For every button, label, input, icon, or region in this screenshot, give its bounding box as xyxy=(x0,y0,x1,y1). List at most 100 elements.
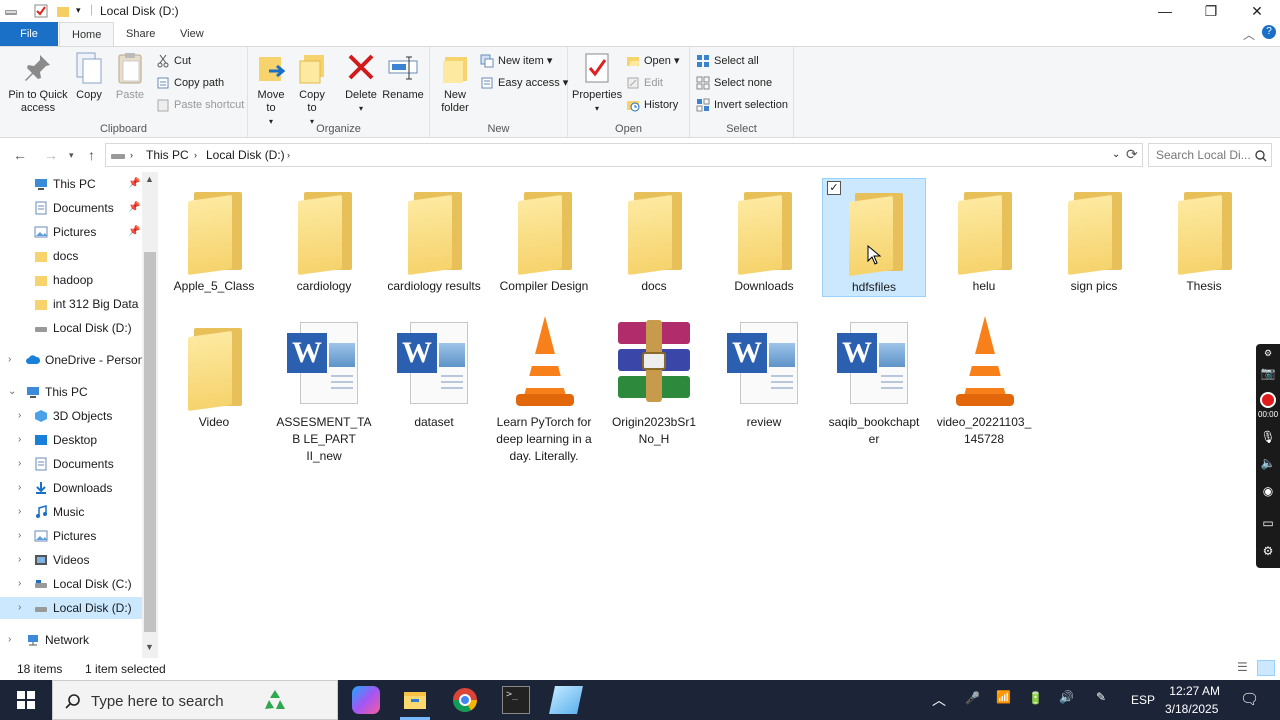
language-indicator[interactable]: ESP xyxy=(1131,693,1155,707)
file-item[interactable]: Video xyxy=(162,314,266,431)
nav-item-videos[interactable]: Videos xyxy=(34,549,138,571)
pen-icon[interactable]: ✎ xyxy=(1096,690,1106,704)
edit-button[interactable]: Edit xyxy=(626,73,663,93)
scroll-down-icon[interactable]: ▼ xyxy=(145,642,154,652)
file-item[interactable]: Wreview xyxy=(712,314,816,431)
nav-item-documents-quick[interactable]: Documents xyxy=(34,197,138,219)
record-icon[interactable] xyxy=(1260,392,1276,408)
history-button[interactable]: History xyxy=(626,95,678,115)
item-checkbox[interactable]: ✓ xyxy=(827,181,841,195)
tab-view[interactable]: View xyxy=(168,22,216,46)
expand-chevron-icon[interactable]: › xyxy=(8,349,11,371)
file-item[interactable]: cardiology xyxy=(272,178,376,295)
scroll-up-icon[interactable]: ▲ xyxy=(145,174,154,184)
rename-button[interactable]: Rename xyxy=(382,51,424,102)
paste-shortcut-button[interactable]: Paste shortcut xyxy=(156,95,244,115)
nav-item-3d-objects[interactable]: 3D Objects xyxy=(34,405,138,427)
file-item[interactable]: Thesis xyxy=(1152,178,1256,295)
file-item[interactable]: helu xyxy=(932,178,1036,295)
camera-icon[interactable]: 📷 xyxy=(1260,366,1276,382)
select-all-button[interactable]: Select all xyxy=(696,51,759,71)
properties-qa-icon[interactable] xyxy=(34,4,48,18)
file-item[interactable]: Compiler Design xyxy=(492,178,596,295)
copy-to-button[interactable]: Copy to ▾ xyxy=(294,51,330,128)
open-button[interactable]: Open ▾ xyxy=(626,51,680,71)
file-item[interactable]: Wsaqib_bookchapt er xyxy=(822,314,926,448)
new-item-button[interactable]: New item ▾ xyxy=(480,51,552,71)
expand-chevron-icon[interactable]: › xyxy=(8,629,11,651)
cut-button[interactable]: Cut xyxy=(156,51,191,71)
expand-chevron-icon[interactable]: › xyxy=(18,477,21,499)
help-icon[interactable]: ? xyxy=(1262,25,1276,39)
copy-button[interactable]: Copy xyxy=(72,51,106,102)
copilot-icon[interactable] xyxy=(352,686,380,714)
nav-item-downloads[interactable]: Downloads xyxy=(34,477,138,499)
speaker-icon[interactable]: 🔈 xyxy=(1260,456,1276,472)
notifications-icon[interactable]: 🗨 xyxy=(1240,690,1259,708)
address-bar[interactable]: › This PC › Local Disk (D:) › ⌄ xyxy=(105,143,1143,167)
new-folder-button[interactable]: New folder xyxy=(436,51,474,115)
tab-file[interactable]: File xyxy=(0,22,58,46)
nav-scrollbar-thumb[interactable] xyxy=(144,252,156,632)
expand-chevron-icon[interactable]: › xyxy=(18,525,21,547)
nav-item-int-312[interactable]: int 312 Big Data xyxy=(34,293,142,315)
restore-button[interactable]: ❐ xyxy=(1188,0,1234,22)
expand-chevron-icon[interactable]: › xyxy=(18,429,21,451)
webcam-icon[interactable]: ◉ xyxy=(1260,484,1276,500)
nav-item-pictures[interactable]: Pictures xyxy=(34,525,138,547)
nav-item-this-pc-quick[interactable]: This PC xyxy=(34,173,138,195)
details-view-icon[interactable]: ☰ xyxy=(1237,660,1253,676)
file-item[interactable]: cardiology results xyxy=(382,178,486,295)
expand-chevron-icon[interactable]: › xyxy=(18,501,21,523)
file-item[interactable]: Downloads xyxy=(712,178,816,295)
collapse-chevron-icon[interactable]: ⌄ xyxy=(8,381,16,403)
nav-item-local-disk-d[interactable]: › Local Disk (D:) xyxy=(0,597,142,619)
forward-arrow-icon[interactable]: → xyxy=(44,147,58,163)
expand-chevron-icon[interactable]: › xyxy=(18,405,21,427)
file-item[interactable]: sign pics xyxy=(1042,178,1146,295)
file-item[interactable]: Learn PyTorch for deep learning in a day… xyxy=(492,314,596,465)
new-folder-qa-icon[interactable] xyxy=(56,4,70,18)
clock-date[interactable]: 3/18/2025 xyxy=(1165,702,1218,716)
tab-home[interactable]: Home xyxy=(59,22,115,46)
screen-icon[interactable]: ▭ xyxy=(1260,516,1276,532)
minimize-button[interactable]: — xyxy=(1142,0,1188,22)
nav-item-desktop[interactable]: Desktop xyxy=(34,429,138,451)
nav-item-this-pc[interactable]: This PC xyxy=(26,381,142,403)
file-item[interactable]: Origin2023bSr1 No_H xyxy=(602,314,706,448)
pin-quick-access-button[interactable]: Pin to Quick access xyxy=(6,51,70,115)
file-item[interactable]: ✓ hdfsfiles xyxy=(822,178,926,297)
select-none-button[interactable]: Select none xyxy=(696,73,772,93)
tab-share[interactable]: Share xyxy=(114,22,167,46)
large-icons-view-icon[interactable] xyxy=(1257,660,1275,676)
nav-item-onedrive[interactable]: OneDrive - Person xyxy=(26,349,142,371)
clock-time[interactable]: 12:27 AM xyxy=(1168,684,1220,698)
chrome-icon[interactable] xyxy=(451,686,479,714)
nav-item-pictures-quick[interactable]: Pictures xyxy=(34,221,138,243)
paste-button[interactable]: Paste xyxy=(112,51,148,102)
expand-chevron-icon[interactable]: › xyxy=(18,453,21,475)
copy-path-button[interactable]: Copy path xyxy=(156,73,224,93)
move-to-button[interactable]: Move to ▾ xyxy=(254,51,288,128)
nav-item-local-disk-d-quick[interactable]: Local Disk (D:) xyxy=(34,317,138,339)
wifi-icon[interactable]: 📶 xyxy=(996,690,1011,704)
windows-start-icon[interactable] xyxy=(17,691,35,709)
breadcrumb-local-disk-d[interactable]: Local Disk (D:) xyxy=(206,148,285,162)
nav-item-documents[interactable]: Documents xyxy=(34,453,138,475)
terminal-icon[interactable]: >_ xyxy=(502,686,530,714)
breadcrumb-this-pc[interactable]: This PC xyxy=(146,148,189,162)
nav-item-docs[interactable]: docs xyxy=(34,245,138,267)
collapse-ribbon-icon[interactable]: ︿ xyxy=(1243,26,1255,43)
show-hidden-icons-icon[interactable]: ︿ xyxy=(932,690,946,710)
search-input[interactable]: Search Local Di... xyxy=(1148,143,1272,167)
address-dropdown-icon[interactable]: ⌄ xyxy=(1112,149,1120,160)
file-item[interactable]: Wdataset xyxy=(382,314,486,431)
delete-button[interactable]: Delete ▾ xyxy=(342,51,380,115)
customize-qa-icon[interactable]: ▾ xyxy=(76,5,81,16)
microphone-icon[interactable]: 🎤 xyxy=(965,691,980,705)
close-button[interactable]: ✕ xyxy=(1234,0,1280,22)
refresh-icon[interactable]: ⟳ xyxy=(1126,146,1138,163)
back-arrow-icon[interactable]: ← xyxy=(13,147,27,163)
properties-button[interactable]: Properties ▾ xyxy=(572,51,622,115)
nav-item-network[interactable]: Network xyxy=(26,629,142,651)
